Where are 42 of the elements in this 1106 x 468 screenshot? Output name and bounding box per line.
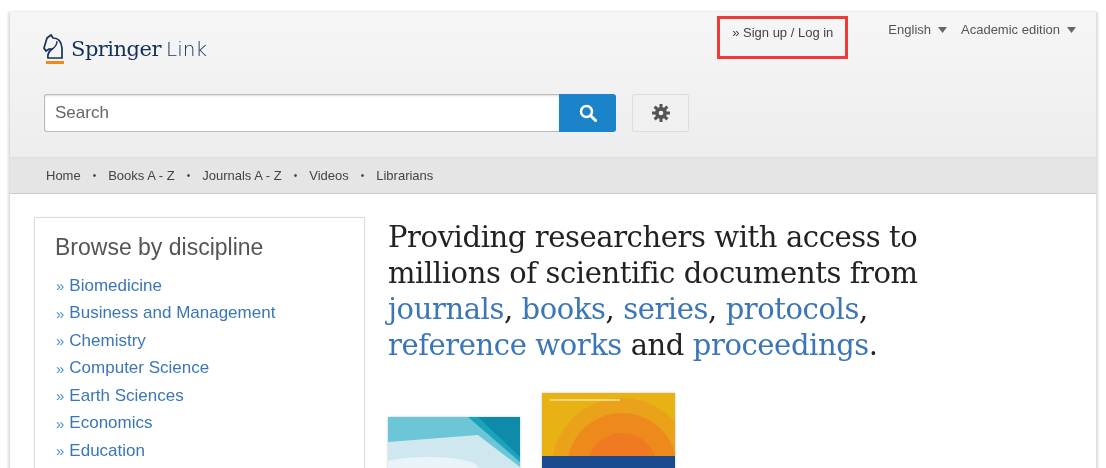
discipline-link[interactable]: Economics: [69, 413, 153, 434]
bullet-marker: »: [56, 414, 65, 432]
discipline-link[interactable]: Business and Management: [69, 303, 276, 324]
nav-link[interactable]: Librarians: [376, 168, 434, 183]
content-type-link[interactable]: reference works: [388, 328, 622, 362]
nav-link[interactable]: Home: [46, 168, 81, 183]
content-type-link[interactable]: proceedings: [692, 328, 869, 362]
panel-title: Browse by discipline: [55, 234, 265, 261]
content-type-link[interactable]: series: [623, 292, 708, 326]
nav-link[interactable]: Books A - Z: [108, 168, 175, 183]
settings-button[interactable]: [632, 94, 689, 132]
caret-icon: [1067, 26, 1076, 33]
bullet-marker: »: [56, 442, 65, 460]
bullet-marker: »: [56, 304, 65, 322]
discipline-link[interactable]: Earth Sciences: [69, 385, 184, 406]
bullet-marker: »: [56, 332, 65, 350]
nav-link[interactable]: Journals A - Z: [202, 168, 282, 183]
discipline-link[interactable]: Chemistry: [69, 330, 146, 351]
caret-icon: [938, 26, 947, 33]
signup-login-link[interactable]: » Sign up / Log in: [717, 16, 849, 59]
dropdown-menu[interactable]: English: [888, 22, 947, 37]
search-button[interactable]: [559, 94, 616, 132]
horse-logo-icon: [43, 33, 65, 65]
logo-wordmark: Springer: [71, 37, 162, 61]
bullet-marker: »: [56, 359, 65, 377]
discipline-link[interactable]: Computer Science: [69, 358, 210, 379]
discipline-link[interactable]: Biomedicine: [69, 275, 162, 296]
bullet-marker: »: [56, 277, 65, 295]
nav-separator: •: [92, 170, 97, 181]
nav-separator: •: [293, 170, 298, 181]
bullet-marker: »: [56, 387, 65, 405]
dropdown-menu[interactable]: Academic edition: [961, 22, 1076, 37]
nav-separator: •: [360, 170, 365, 181]
settings-icon: [651, 104, 670, 122]
content-type-link[interactable]: books: [521, 292, 606, 326]
discipline-link[interactable]: Education: [69, 440, 145, 461]
search-field[interactable]: Search: [44, 94, 559, 132]
search-icon: [578, 104, 597, 122]
nav-link[interactable]: Videos: [309, 168, 349, 183]
nav-separator: •: [186, 170, 191, 181]
logo-product-name: Link: [166, 37, 207, 61]
content-type-link[interactable]: protocols: [725, 292, 859, 326]
